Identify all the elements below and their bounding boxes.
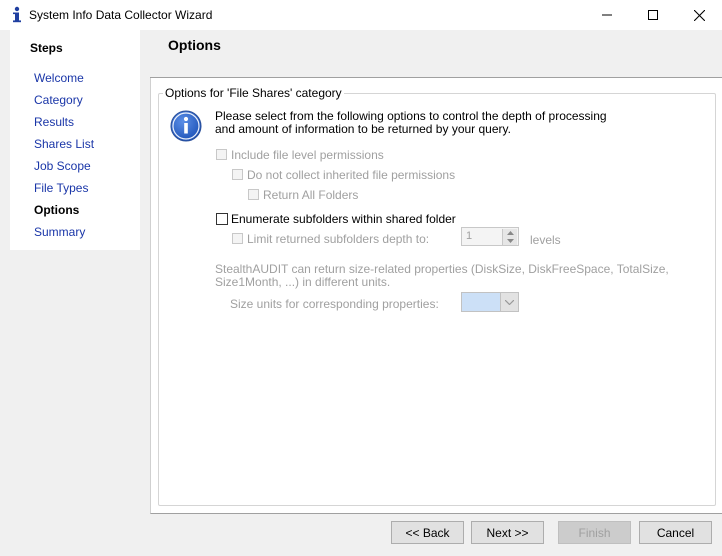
- step-results[interactable]: Results: [34, 115, 74, 129]
- enumerate-subfolders-checkbox[interactable]: [216, 213, 228, 225]
- step-welcome[interactable]: Welcome: [34, 71, 84, 85]
- step-options: Options: [34, 203, 80, 217]
- step-shares-list[interactable]: Shares List: [34, 137, 94, 151]
- chevron-down-icon: [506, 239, 514, 243]
- steps-heading: Steps: [30, 41, 63, 55]
- cancel-button[interactable]: Cancel: [639, 521, 712, 544]
- step-category[interactable]: Category: [34, 93, 83, 107]
- spin-up-button[interactable]: [502, 229, 517, 237]
- no-inherited-permissions-checkbox[interactable]: [232, 169, 243, 180]
- description-line-2: and amount of information to be returned…: [215, 122, 511, 136]
- maximize-icon: [648, 10, 658, 20]
- close-icon: [693, 9, 705, 21]
- minimize-icon: [602, 14, 612, 16]
- page-header: [150, 30, 722, 78]
- size-note-line-1: StealthAUDIT can return size-related pro…: [215, 262, 669, 276]
- include-file-permissions-checkbox[interactable]: [216, 149, 227, 160]
- spin-down-button[interactable]: [502, 237, 517, 245]
- step-file-types[interactable]: File Types: [34, 181, 88, 195]
- back-button[interactable]: << Back: [391, 521, 464, 544]
- page-title: Options: [168, 37, 221, 53]
- size-units-label: Size units for corresponding properties:: [230, 297, 439, 311]
- limit-depth-checkbox[interactable]: [232, 233, 243, 244]
- limit-depth-label: Limit returned subfolders depth to:: [247, 232, 430, 246]
- maximize-button[interactable]: [630, 0, 676, 30]
- return-all-folders-checkbox[interactable]: [248, 189, 259, 200]
- window-title: System Info Data Collector Wizard: [29, 8, 213, 22]
- depth-suffix: levels: [530, 233, 561, 247]
- chevron-up-icon: [506, 231, 514, 235]
- finish-button[interactable]: Finish: [558, 521, 631, 544]
- next-button[interactable]: Next >>: [471, 521, 544, 544]
- return-all-folders-label: Return All Folders: [263, 188, 359, 202]
- depth-stepper[interactable]: 1: [461, 227, 519, 246]
- dropdown-button[interactable]: [500, 293, 518, 311]
- no-inherited-permissions-label: Do not collect inherited file permission…: [247, 168, 456, 182]
- size-note-line-2: Size1Month, ...) in different units.: [215, 275, 391, 289]
- enumerate-subfolders-label[interactable]: Enumerate subfolders within shared folde…: [231, 212, 456, 226]
- depth-value: 1: [466, 230, 473, 242]
- minimize-button[interactable]: [584, 0, 630, 30]
- close-button[interactable]: [676, 0, 722, 30]
- step-summary[interactable]: Summary: [34, 225, 85, 239]
- groupbox-legend: Options for 'File Shares' category: [163, 86, 344, 100]
- size-units-select[interactable]: [461, 292, 519, 312]
- step-job-scope[interactable]: Job Scope: [34, 159, 91, 173]
- description-line-1: Please select from the following options…: [215, 109, 607, 123]
- info-circle-icon: [170, 110, 202, 142]
- chevron-down-icon: [505, 299, 514, 305]
- include-file-permissions-label: Include file level permissions: [231, 148, 384, 162]
- info-letter-icon: [9, 6, 25, 24]
